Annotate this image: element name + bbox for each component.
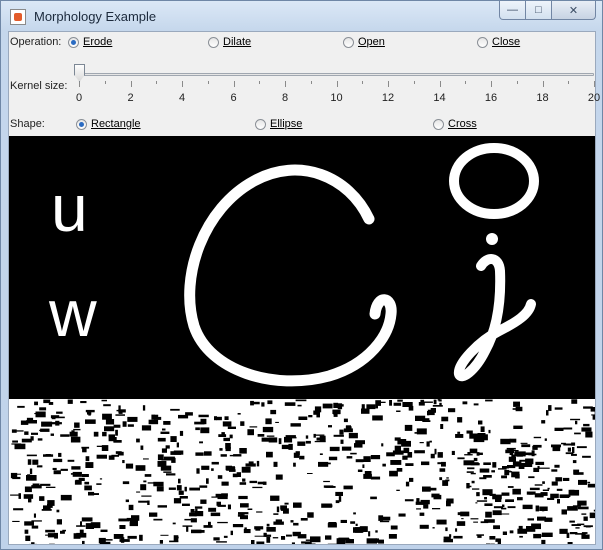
radio-open-indicator[interactable] [343, 36, 354, 48]
slider-tick [439, 81, 441, 87]
radio-dilate-indicator[interactable] [208, 36, 219, 48]
radio-close-label: Close [492, 36, 521, 48]
result-image-bottom [9, 399, 602, 549]
radio-erode[interactable]: Erode [68, 36, 112, 48]
slider-thumb[interactable] [74, 64, 85, 82]
slider-tick [130, 81, 132, 87]
title-bar[interactable]: Morphology Example — □ ✕ [1, 1, 602, 31]
slider-tick [568, 81, 570, 84]
radio-open-label: Open [358, 36, 385, 48]
letter-w: w [48, 276, 97, 350]
slider-tick [310, 81, 312, 84]
radio-cross-indicator[interactable] [433, 118, 444, 130]
slider-tick [516, 81, 518, 84]
java-app-icon [10, 9, 26, 25]
radio-dilate[interactable]: Dilate [208, 36, 251, 48]
shape-row: Shape: Rectangle Ellipse Cross [9, 114, 595, 134]
slider-tick [259, 81, 261, 84]
stroke-letter-j [454, 254, 536, 382]
slider-tick [388, 81, 389, 87]
radio-cross[interactable]: Cross [433, 118, 477, 130]
slider-tick [465, 81, 467, 84]
radio-open[interactable]: Open [343, 36, 385, 48]
slider-tick [336, 81, 338, 87]
slider-tick-label: 4 [178, 92, 186, 104]
noise-texture [10, 399, 602, 549]
radio-close[interactable]: Close [477, 36, 520, 48]
slider-tick-label: 8 [281, 92, 289, 104]
letter-u: u [51, 171, 88, 245]
slider-tick-label: 18 [536, 92, 549, 104]
operation-label: Operation: [10, 36, 62, 48]
slider-tick [413, 81, 415, 84]
slider-tick-label: 14 [433, 92, 446, 104]
slider-tick [594, 81, 595, 87]
window-controls: — □ ✕ [499, 1, 596, 21]
radio-ellipse-indicator[interactable] [255, 118, 266, 130]
radio-ellipse-label: Ellipse [270, 118, 303, 130]
slider-tick-label: 2 [127, 92, 134, 104]
minimize-button[interactable]: — [499, 1, 526, 20]
slider-tick [362, 81, 364, 84]
shape-label: Shape: [10, 118, 45, 130]
slider-tick [156, 81, 158, 84]
window-title: Morphology Example [34, 9, 157, 24]
app-window: Morphology Example — □ ✕ Operation: Erod… [0, 0, 603, 550]
client-area: Operation: Erode Dilate Open Close Kerne… [8, 31, 602, 549]
stroke-dot-j [486, 233, 498, 245]
slider-tick-label: 16 [484, 92, 498, 104]
stroke-circle-o [449, 143, 539, 219]
radio-dilate-label: Dilate [223, 36, 252, 48]
slider-tick [104, 81, 106, 84]
slider-tick [233, 81, 235, 87]
slider-tick-label: 10 [330, 92, 343, 104]
radio-erode-label: Erode [83, 36, 113, 48]
radio-rectangle[interactable]: Rectangle [76, 118, 141, 130]
radio-rectangle-indicator[interactable] [76, 118, 87, 130]
slider-tick [207, 81, 209, 84]
slider-tick [542, 81, 544, 87]
slider-tick-label: 0 [75, 92, 83, 104]
maximize-button[interactable]: □ [526, 1, 552, 20]
kernel-size-label: Kernel size: [10, 80, 68, 92]
radio-cross-label: Cross [448, 118, 477, 130]
radio-erode-indicator[interactable] [68, 36, 79, 48]
radio-close-indicator[interactable] [477, 36, 488, 48]
result-image-top: u w [9, 136, 595, 399]
close-button[interactable]: ✕ [552, 1, 596, 20]
handwriting-drawing: u w [48, 143, 539, 387]
slider-track[interactable] [79, 73, 594, 76]
radio-ellipse[interactable]: Ellipse [255, 118, 302, 130]
slider-tick [285, 81, 286, 87]
operation-row: Operation: Erode Dilate Open Close [9, 32, 595, 52]
slider-tick-label: 6 [230, 92, 237, 104]
slider-tick-label: 20 [587, 92, 601, 104]
slider-tick [491, 81, 492, 87]
slider-tick [182, 81, 183, 87]
stroke-letter-c [184, 164, 397, 387]
radio-rectangle-label: Rectangle [91, 118, 141, 130]
slider-tick-label: 12 [381, 92, 395, 104]
